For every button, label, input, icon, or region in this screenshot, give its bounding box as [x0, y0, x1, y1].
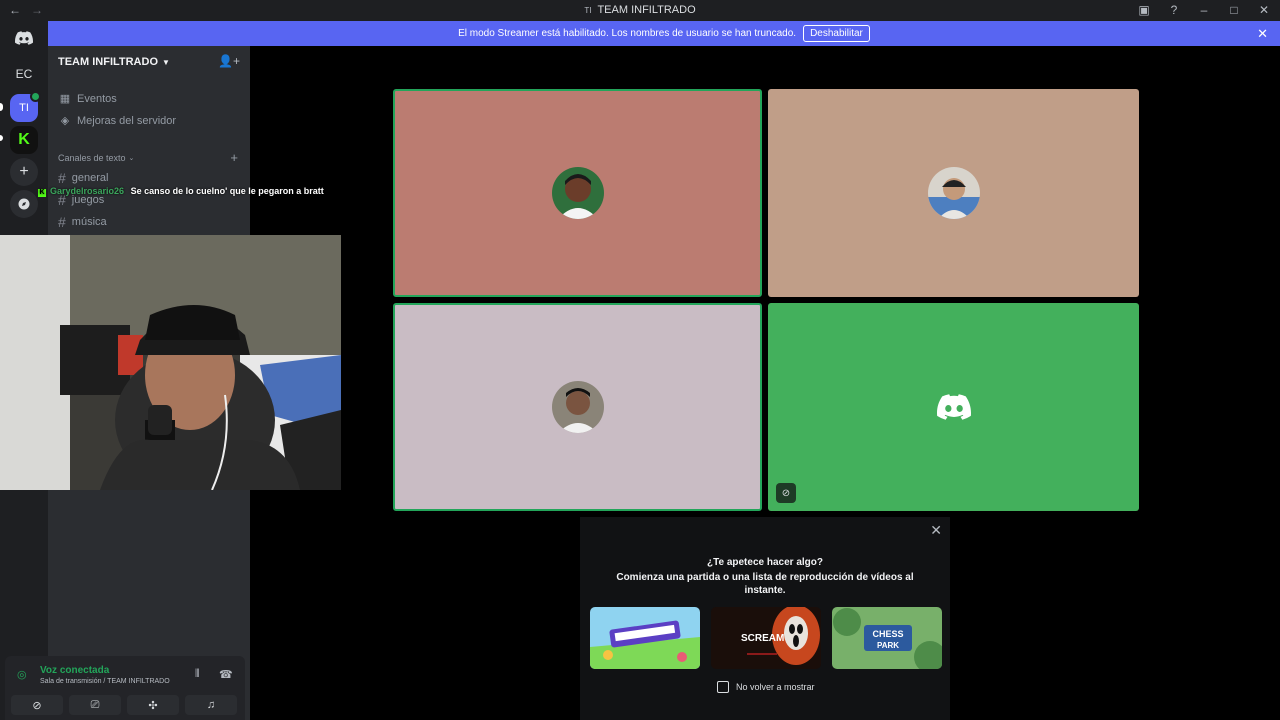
server-k-label: K: [18, 131, 30, 148]
avatar: [551, 381, 604, 433]
camera-off-button[interactable]: ⊘: [11, 695, 63, 715]
disconnect-icon[interactable]: ☎: [219, 668, 233, 681]
server-icon-ti[interactable]: TI: [10, 91, 41, 122]
activity-card-scream[interactable]: SCREAM: [711, 607, 821, 669]
server-icon-ec[interactable]: EC: [10, 60, 38, 88]
streamer-mode-message: El modo Streamer está habilitado. Los no…: [458, 28, 797, 39]
inbox-icon[interactable]: ▣: [1136, 3, 1152, 17]
chevron-down-icon: ⌄: [128, 155, 135, 162]
webcam-overlay: [0, 235, 341, 490]
close-icon[interactable]: ✕: [930, 522, 942, 539]
voice-connection-panel: ◎ Voz conectada Sala de transmisión / TE…: [5, 656, 245, 720]
window-title-text: TEAM INFILTRADO: [597, 4, 696, 16]
disable-streamer-button[interactable]: Deshabilitar: [803, 25, 870, 42]
dont-show-again-label: No volver a mostrar: [736, 682, 815, 692]
participant-tile[interactable]: [393, 89, 762, 297]
soundboard-icon: ♫: [206, 699, 216, 711]
voice-status: Voz conectada: [40, 665, 110, 676]
activities-icon: ✣: [148, 699, 158, 712]
streamer-mode-banner: El modo Streamer está habilitado. Los no…: [48, 21, 1280, 46]
activity-card-chess-in-the-park[interactable]: CHESS PARK: [832, 607, 942, 669]
sidebar-item-label: Mejoras del servidor: [77, 114, 177, 127]
chess-card-subtitle: PARK: [877, 641, 899, 650]
compass-icon: [18, 198, 30, 210]
explore-servers-button[interactable]: [10, 190, 38, 218]
discord-logo-icon: [936, 394, 971, 420]
help-icon[interactable]: ?: [1166, 3, 1182, 17]
activity-prompt: ✕ ¿Te apetece hacer algo? Comienza una p…: [580, 517, 950, 720]
sidebar-item-events[interactable]: ▦ Eventos: [58, 92, 117, 106]
voice-badge-icon: [30, 91, 41, 102]
server-icon-k[interactable]: K: [10, 126, 38, 154]
close-icon[interactable]: ✕: [1256, 3, 1272, 17]
window-controls: ▣ ? – □ ✕: [1136, 3, 1272, 17]
webcam-image: [0, 235, 341, 490]
screen-share-icon: ⎚: [90, 698, 100, 711]
channel-general[interactable]: # general: [58, 170, 109, 186]
discord-logo-icon: [15, 31, 33, 45]
title-bar: ← → TI TEAM INFILTRADO ▣ ? – □ ✕: [0, 0, 1280, 21]
sidebar-item-boosts[interactable]: ◈ Mejoras del servidor: [58, 114, 177, 128]
server-ti-label: TI: [19, 102, 29, 114]
add-server-icon: +: [19, 163, 29, 180]
voice-location[interactable]: Sala de transmisión / TEAM INFILTRADO: [40, 678, 170, 685]
channel-label: general: [71, 172, 109, 184]
voice-action-buttons: ⊘ ⎚ ✣ ♫: [11, 695, 237, 715]
chat-message: Se canso de lo cuelno' que le pegaron a …: [130, 186, 324, 196]
create-channel-icon[interactable]: +: [230, 150, 238, 165]
camera-off-icon: ⊘: [32, 699, 42, 712]
chat-username: Garydelrosario26: [50, 186, 125, 196]
participant-tile[interactable]: ⊘: [768, 303, 1139, 511]
hash-icon: #: [58, 170, 66, 186]
server-name: TEAM INFILTRADO: [58, 56, 159, 68]
avatar: [927, 167, 980, 219]
minimize-icon[interactable]: –: [1196, 3, 1212, 17]
checkbox-icon: [717, 681, 729, 693]
activities-button[interactable]: ✣: [127, 695, 179, 715]
stream-chat-overlay: K Garydelrosario26 Se canso de lo cuelno'…: [38, 185, 338, 197]
boost-icon: ◈: [60, 115, 70, 127]
channel-label: música: [71, 216, 107, 228]
kick-badge-icon: K: [38, 189, 46, 197]
svg-text:SCREAM: SCREAM: [741, 633, 784, 644]
avatar: [551, 167, 604, 219]
discord-home-button[interactable]: [10, 24, 38, 52]
participant-tile[interactable]: [768, 89, 1139, 297]
activity-subtitle: Comienza una partida o una lista de repr…: [616, 572, 914, 596]
activity-title: ¿Te apetece hacer algo?: [707, 557, 823, 568]
signal-icon[interactable]: ◎: [17, 668, 27, 681]
soundboard-button[interactable]: ♫: [185, 695, 237, 715]
noise-suppression-icon[interactable]: ⫴: [195, 668, 200, 681]
chess-card-title: CHESS: [872, 629, 903, 639]
muted-mic-icon: ⊘: [776, 483, 796, 503]
maximize-icon[interactable]: □: [1226, 3, 1242, 17]
sidebar-item-label: Eventos: [77, 92, 117, 105]
screen-share-button[interactable]: ⎚: [69, 695, 121, 715]
dont-show-again-checkbox[interactable]: No volver a mostrar: [717, 681, 815, 693]
channel-musica[interactable]: # música: [58, 214, 107, 230]
activity-card-bobble-league[interactable]: [590, 607, 700, 669]
server-mini-icon: TI: [584, 6, 592, 15]
selected-server-pill: [0, 103, 3, 111]
activity-cards: SCREAM CHESS PARK: [590, 607, 942, 669]
window-title: TI TEAM INFILTRADO: [0, 4, 1280, 16]
category-label: Canales de texto: [58, 153, 126, 163]
chevron-down-icon: ▼: [162, 57, 170, 67]
banner-close-icon[interactable]: ✕: [1257, 26, 1268, 42]
invite-people-icon[interactable]: 👤+: [218, 54, 240, 68]
calendar-icon: ▦: [59, 93, 71, 105]
unread-pill: [0, 135, 3, 141]
participant-tile[interactable]: [393, 303, 762, 511]
category-text-channels[interactable]: Canales de texto ⌄: [58, 153, 134, 163]
add-server-button[interactable]: +: [10, 158, 38, 186]
hash-icon: #: [58, 214, 66, 230]
